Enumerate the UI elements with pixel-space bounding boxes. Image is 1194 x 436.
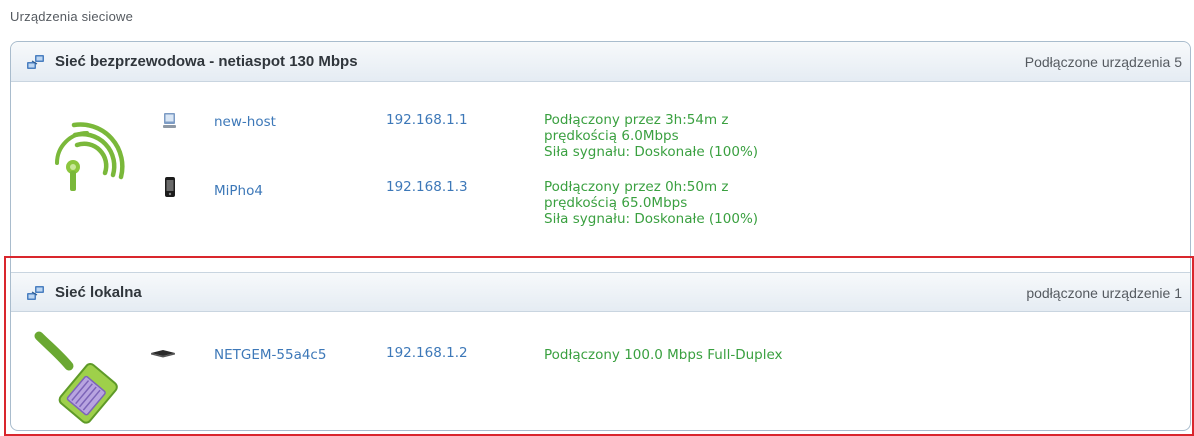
network-devices-panel: Sieć bezprzewodowa - netiaspot 130 Mbps … (10, 41, 1191, 431)
local-section-title: Sieć lokalna (55, 284, 142, 301)
device-status: Podłączony przez 0h:50m z prędkością 65.… (544, 179, 758, 227)
status-line: Podłączony przez 3h:54m z (544, 112, 729, 128)
ethernet-cable-icon (34, 331, 118, 424)
device-name-link[interactable]: MiPho4 (214, 183, 263, 199)
computer-icon (163, 113, 176, 128)
wireless-section-title: Sieć bezprzewodowa - netiaspot 130 Mbps (55, 53, 358, 70)
status-line: Podłączony 100.0 Mbps Full-Duplex (544, 347, 783, 363)
network-icon (27, 286, 44, 300)
status-line: prędkością 65.0Mbps (544, 195, 688, 211)
wifi-signal-icon (55, 122, 125, 191)
device-name-link[interactable]: new-host (214, 114, 276, 130)
device-status: Podłączony 100.0 Mbps Full-Duplex (544, 347, 783, 363)
local-device-count: podłączone urządzenie 1 (1026, 285, 1182, 301)
network-icon (27, 55, 44, 69)
status-line: prędkością 6.0Mbps (544, 128, 679, 144)
phone-icon (165, 177, 175, 197)
local-section-header: Sieć lokalna podłączone urządzenie 1 (11, 272, 1190, 312)
device-status: Podłączony przez 3h:54m z prędkością 6.0… (544, 112, 758, 160)
device-ip: 192.168.1.2 (386, 345, 468, 361)
set-top-box-icon (151, 350, 175, 358)
device-ip: 192.168.1.3 (386, 179, 468, 195)
page-title: Urządzenia sieciowe (10, 9, 134, 24)
status-line: Podłączony przez 0h:50m z (544, 179, 729, 195)
wireless-device-count: Podłączone urządzenia 5 (1024, 54, 1182, 70)
device-ip: 192.168.1.1 (386, 112, 468, 128)
wireless-section-header: Sieć bezprzewodowa - netiaspot 130 Mbps … (11, 42, 1190, 82)
device-name-link[interactable]: NETGEM-55a4c5 (214, 347, 326, 363)
status-line: Siła sygnału: Doskonałe (100%) (544, 144, 759, 160)
status-line: Siła sygnału: Doskonałe (100%) (544, 211, 759, 227)
